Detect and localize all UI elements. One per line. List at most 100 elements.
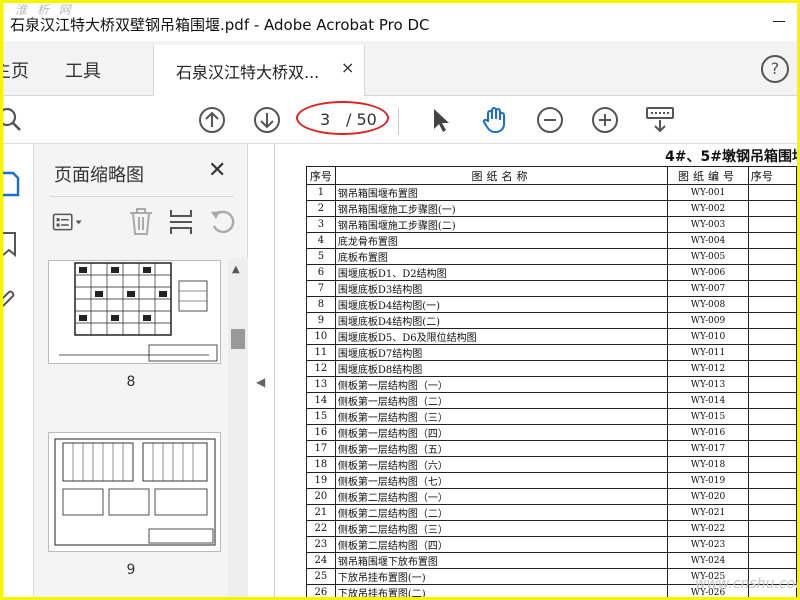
- empty-cell: [747, 232, 797, 249]
- tab-document[interactable]: 石泉汉江特大桥双... ×: [153, 45, 365, 96]
- empty-cell: [747, 392, 797, 409]
- scroll-up-icon[interactable]: ▲: [232, 264, 240, 275]
- row-number: 1: [306, 184, 336, 201]
- hand-tool-icon[interactable]: [478, 103, 512, 137]
- drawing-code: WY-014: [667, 392, 749, 409]
- row-number: 22: [306, 520, 336, 537]
- empty-cell: [747, 328, 797, 345]
- thumbnail-scrollbar[interactable]: ▲: [228, 258, 248, 597]
- empty-cell: [747, 344, 797, 361]
- drawing-name: 侧板第二层结构图（四）: [334, 536, 669, 553]
- page-down-icon[interactable]: [250, 103, 284, 137]
- drawing-name: 侧板第一层结构图（七）: [334, 472, 669, 489]
- drawing-code: WY-005: [667, 248, 749, 265]
- drawing-name: 围堰底板D5、D6及限位结构图: [334, 328, 669, 345]
- page-thumbnail-8[interactable]: [48, 260, 221, 364]
- zoom-in-icon[interactable]: [588, 103, 622, 137]
- window-title: 石泉汉江特大桥双壁钢吊箱围堰.pdf - Adobe Acrobat Pro D…: [10, 16, 430, 34]
- collapse-panel-icon[interactable]: ◀: [256, 375, 265, 389]
- page-thumbnail-9[interactable]: [48, 432, 221, 552]
- table-row: 6 围堰底板D1、D2结构图 WY-006: [306, 264, 797, 281]
- column-header-no: 序号: [306, 166, 336, 185]
- minimize-button[interactable]: [773, 21, 785, 22]
- row-number: 23: [306, 536, 336, 553]
- document-view: 4#、5#墩钢吊箱围堰 序号 图纸名称 图纸编号 序号 1 钢吊箱围堰布置图 WY-…: [274, 144, 797, 597]
- attachments-icon[interactable]: [3, 284, 21, 318]
- page-thumbnails-icon[interactable]: [3, 169, 21, 203]
- delete-icon[interactable]: [125, 206, 157, 238]
- panel-close-icon[interactable]: ✕: [208, 158, 226, 183]
- table-row: 2 钢吊箱围堰施工步骤图(一) WY-002: [306, 200, 797, 217]
- drawing-code: WY-017: [667, 440, 749, 457]
- row-number: 11: [306, 344, 336, 361]
- drawing-name: 围堰底板D8结构图: [334, 360, 669, 377]
- row-number: 19: [306, 472, 336, 489]
- drawing-name: 围堰底板D1、D2结构图: [334, 264, 669, 281]
- row-number: 21: [306, 504, 336, 521]
- table-row: 7 围堰底板D3结构图 WY-007: [306, 280, 797, 297]
- help-icon[interactable]: ?: [761, 55, 789, 83]
- document-tab-label: 石泉汉江特大桥双...: [176, 63, 320, 82]
- table-row: 15 侧板第一层结构图（三） WY-015: [306, 408, 797, 425]
- table-row: 1 钢吊箱围堰布置图 WY-001: [306, 184, 797, 201]
- empty-cell: [747, 312, 797, 329]
- drawing-code: WY-013: [667, 376, 749, 393]
- column-header-code: 图纸编号: [667, 166, 749, 185]
- row-number: 18: [306, 456, 336, 473]
- zoom-out-icon[interactable]: [533, 103, 567, 137]
- row-number: 7: [306, 280, 336, 297]
- row-number: 24: [306, 552, 336, 569]
- drawing-name: 侧板第一层结构图（三）: [334, 408, 669, 425]
- table-row: 23 侧板第二层结构图（四） WY-023: [306, 536, 797, 553]
- keyboard-icon[interactable]: [643, 103, 677, 137]
- drawing-code: WY-021: [667, 504, 749, 521]
- select-arrow-icon[interactable]: [423, 103, 457, 137]
- acrobat-window: 淮 析 网 石泉汉江特大桥双壁钢吊箱围堰.pdf - Adobe Acrobat…: [3, 3, 797, 597]
- drawing-code: WY-011: [667, 344, 749, 361]
- row-number: 4: [306, 232, 336, 249]
- table-row: 4 底龙骨布置图 WY-004: [306, 232, 797, 249]
- rotate-icon[interactable]: [207, 206, 239, 238]
- drawing-code: WY-003: [667, 216, 749, 233]
- thumbnail-page-number: 8: [126, 374, 136, 390]
- empty-cell: [747, 376, 797, 393]
- close-tab-icon[interactable]: ×: [341, 58, 354, 77]
- drawing-code: WY-008: [667, 296, 749, 313]
- drawing-name: 钢吊箱围堰布置图: [334, 184, 669, 201]
- empty-cell: [747, 552, 797, 569]
- table-row: 19 侧板第一层结构图（七） WY-019: [306, 472, 797, 489]
- scrollbar-thumb[interactable]: [231, 329, 245, 349]
- document-heading: 4#、5#墩钢吊箱围堰: [665, 149, 797, 165]
- drawing-code: WY-015: [667, 408, 749, 425]
- drawing-name: 下放吊挂布置图(一): [334, 568, 669, 585]
- empty-cell: [747, 440, 797, 457]
- drawing-name: 底板布置图: [334, 248, 669, 265]
- drawing-name: 侧板第一层结构图（四）: [334, 424, 669, 441]
- highlight-oval: [296, 101, 389, 135]
- drawing-code: WY-002: [667, 200, 749, 217]
- tab-tools[interactable]: 工具: [65, 57, 101, 83]
- table-row: 3 钢吊箱围堰施工步骤图(二) WY-003: [306, 216, 797, 233]
- options-icon[interactable]: [52, 206, 84, 238]
- row-number: 16: [306, 424, 336, 441]
- thumbnail-page-number: 9: [126, 562, 136, 578]
- empty-cell: [747, 264, 797, 281]
- page-up-icon[interactable]: [195, 103, 229, 137]
- search-icon[interactable]: [3, 103, 29, 137]
- drawing-name: 围堰底板D7结构图: [334, 344, 669, 361]
- page-thumbnails-panel: 页面缩略图 ✕ 8 9 ▲: [34, 144, 248, 597]
- drawing-name: 侧板第一层结构图（二）: [334, 392, 669, 409]
- table-row: 5 底板布置图 WY-005: [306, 248, 797, 265]
- drawing-code: WY-018: [667, 456, 749, 473]
- drawing-name: 侧板第一层结构图（一）: [334, 376, 669, 393]
- table-row: 14 侧板第一层结构图（二） WY-014: [306, 392, 797, 409]
- empty-cell: [747, 184, 797, 201]
- table-body: 1 钢吊箱围堰布置图 WY-001 2 钢吊箱围堰施工步骤图(一) WY-002 3 钢吊箱围…: [306, 184, 797, 597]
- tab-home[interactable]: 主页: [3, 57, 29, 83]
- site-watermark-bottom: www.cnshu.com: [695, 576, 797, 592]
- extract-icon[interactable]: [165, 206, 197, 238]
- row-number: 15: [306, 408, 336, 425]
- bookmarks-icon[interactable]: [3, 229, 21, 263]
- drawing-code: WY-010: [667, 328, 749, 345]
- row-number: 6: [306, 264, 336, 281]
